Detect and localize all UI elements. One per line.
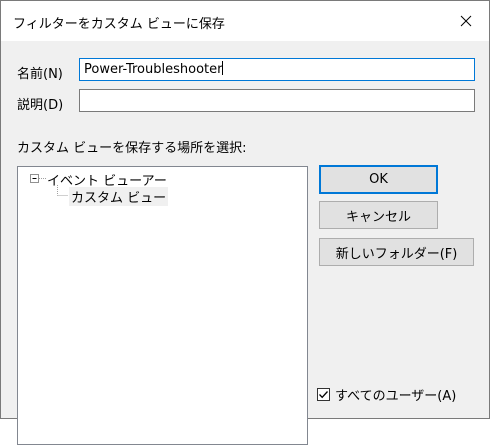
name-input-value: Power-Troubleshooter [84,62,223,77]
close-icon [460,15,472,27]
text-caret [222,61,224,75]
all-users-checkbox[interactable] [317,388,330,401]
all-users-option[interactable]: すべてのユーザー(A) [317,385,456,404]
tree-node-custom-views[interactable]: カスタム ビュー [69,187,169,206]
dialog-body: 名前(N) Power-Troubleshooter 説明(D) カスタム ビュ… [1,41,489,445]
ok-button[interactable]: OK [319,165,438,194]
title-bar: フィルターをカスタム ビューに保存 [1,1,489,41]
save-filter-dialog: フィルターをカスタム ビューに保存 名前(N) Power-Troublesho… [0,0,490,445]
location-label: カスタム ビューを保存する場所を選択: [17,141,247,156]
new-folder-button[interactable]: 新しいフォルダー(F) [319,238,474,266]
name-label: 名前(N) [17,67,63,82]
dialog-title: フィルターをカスタム ビューに保存 [13,17,225,32]
name-input[interactable]: Power-Troubleshooter [79,58,475,81]
description-input[interactable] [79,89,475,112]
cancel-button[interactable]: キャンセル [319,201,438,229]
all-users-label: すべてのユーザー(A) [335,389,457,404]
description-label: 説明(D) [17,98,64,113]
close-button[interactable] [443,1,489,41]
checkmark-icon [319,391,328,399]
location-tree[interactable]: イベント ビューアー カスタム ビュー [17,166,308,445]
